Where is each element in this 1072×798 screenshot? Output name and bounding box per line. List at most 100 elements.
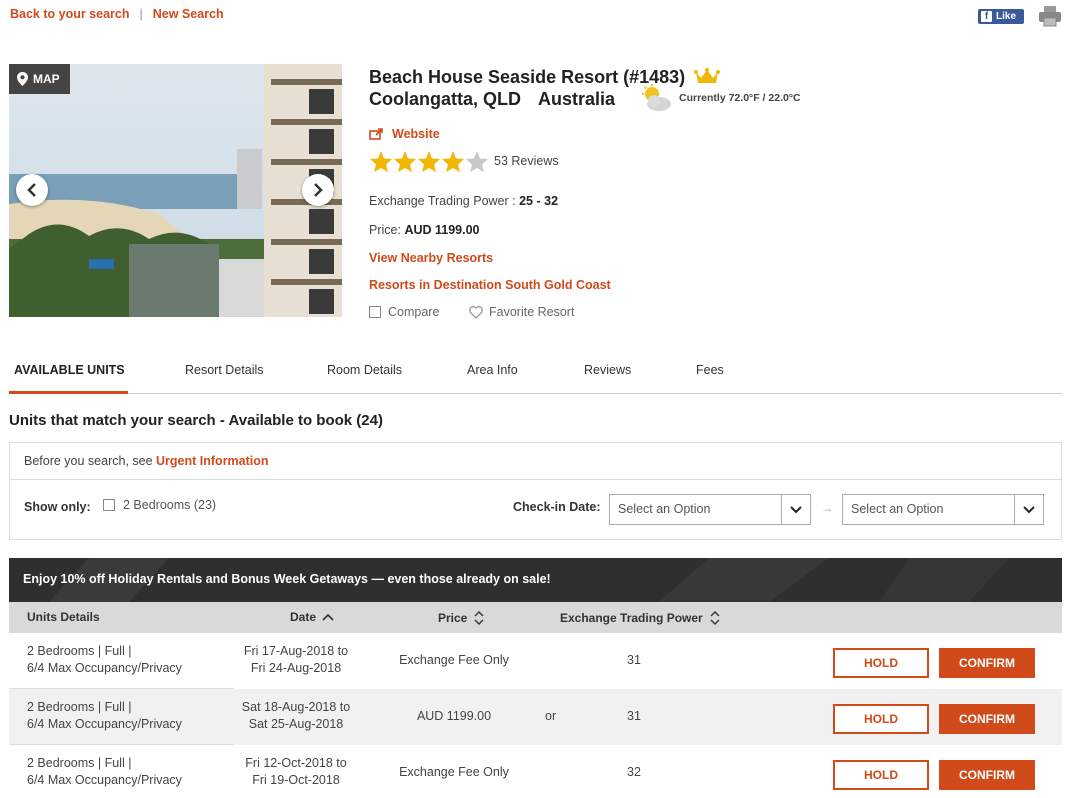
show-only-label: Show only: <box>24 500 91 514</box>
sort-up-icon <box>322 613 334 621</box>
table-row: 2 Bedrooms | Full | 6/4 Max Occupancy/Pri… <box>9 689 1062 745</box>
etp-value: 25 - 32 <box>519 194 559 208</box>
table-row: 2 Bedrooms | Full | 6/4 Max Occupancy/Pri… <box>9 745 1062 798</box>
tab-resort-details[interactable]: Resort Details <box>185 363 264 377</box>
bedrooms-filter[interactable]: 2 Bedrooms (23) <box>103 498 216 512</box>
date-line-1: Sat 18-Aug-2018 to <box>241 700 351 714</box>
favorite-resort-toggle[interactable]: Favorite Resort <box>469 305 574 319</box>
photo-next-button[interactable] <box>302 174 334 206</box>
unit-details: 2 Bedrooms | Full | 6/4 Max Occupancy/Pri… <box>27 699 182 733</box>
compare-label: Compare <box>388 305 440 319</box>
nav-separator: | <box>139 7 143 21</box>
col-units-details: Units Details <box>27 610 100 624</box>
resort-name: Beach House Seaside Resort (#1483) <box>369 67 686 87</box>
sort-both-icon <box>474 611 484 625</box>
date-line-2: Fri 24-Aug-2018 <box>250 661 342 675</box>
confirm-button[interactable]: CONFIRM <box>939 648 1035 678</box>
tab-room-details[interactable]: Room Details <box>327 363 402 377</box>
checkin-start-select[interactable]: Select an Option <box>609 494 811 525</box>
resort-country: Australia <box>538 89 616 109</box>
table-row: 2 Bedrooms | Full | 6/4 Max Occupancy/Pri… <box>9 633 1062 689</box>
hold-button[interactable]: HOLD <box>833 704 929 734</box>
units-table-header: Units Details Date Price Exchange Tradin… <box>9 602 1062 633</box>
like-label: Like <box>996 11 1017 22</box>
unit-line-1: 2 Bedrooms | Full | <box>27 700 132 714</box>
star-empty-icon <box>466 151 488 172</box>
star-filled-icon <box>442 151 464 172</box>
hold-button[interactable]: HOLD <box>833 760 929 790</box>
tab-available-units[interactable]: AVAILABLE UNITS <box>14 363 125 377</box>
date-line-2: Sat 25-Aug-2018 <box>248 717 344 731</box>
unit-price: Exchange Fee Only <box>399 653 509 667</box>
facebook-like-button[interactable]: f Like <box>978 9 1024 24</box>
tab-fees[interactable]: Fees <box>696 363 724 377</box>
reviews-count[interactable]: 53 Reviews <box>494 154 559 168</box>
etp-label: Exchange Trading Power : <box>369 194 516 208</box>
col-etp-label: Exchange Trading Power <box>560 611 703 625</box>
col-date-label: Date <box>290 610 317 624</box>
print-icon[interactable] <box>1038 5 1062 32</box>
price-label: Price: <box>369 223 401 237</box>
tab-reviews[interactable]: Reviews <box>584 363 631 377</box>
col-units-label: Units Details <box>27 610 100 624</box>
col-price[interactable]: Price <box>438 610 485 626</box>
external-link-icon <box>369 128 383 140</box>
star-rating <box>369 150 489 173</box>
confirm-button[interactable]: CONFIRM <box>939 704 1035 734</box>
chevron-right-icon <box>314 183 323 197</box>
unit-etp: 31 <box>627 709 641 723</box>
map-label: MAP <box>33 72 60 86</box>
map-button[interactable]: MAP <box>9 64 70 94</box>
price-or: or <box>545 709 557 723</box>
destination-resorts-link[interactable]: Resorts in Destination South Gold Coast <box>369 278 611 292</box>
confirm-button[interactable]: CONFIRM <box>939 760 1035 790</box>
facebook-icon: f <box>981 11 992 22</box>
unit-etp: 32 <box>627 765 641 779</box>
compare-checkbox[interactable] <box>369 306 381 318</box>
website-link[interactable]: Website <box>369 127 440 141</box>
chevron-left-icon <box>27 183 36 197</box>
checkin-date-label: Check-in Date: <box>513 500 601 514</box>
chevron-down-icon <box>781 495 810 524</box>
urgent-info-row: Before you search, see Urgent Informatio… <box>10 443 1061 480</box>
view-nearby-resorts-link[interactable]: View Nearby Resorts <box>369 251 493 265</box>
unit-line-2: 6/4 Max Occupancy/Privacy <box>27 717 182 731</box>
new-search-link[interactable]: New Search <box>153 7 224 21</box>
partly-cloudy-icon <box>642 84 671 111</box>
back-to-search-link[interactable]: Back to your search <box>10 7 130 21</box>
active-tab-indicator <box>9 391 128 394</box>
unit-etp: 31 <box>627 653 641 667</box>
unit-date: Fri 12-Oct-2018 to Fri 19-Oct-2018 <box>241 755 351 789</box>
arrow-right-icon: → <box>821 501 833 515</box>
resort-photo <box>9 64 342 317</box>
unit-price: AUD 1199.00 <box>416 709 492 723</box>
compare-toggle[interactable]: Compare <box>369 305 439 319</box>
unit-details: 2 Bedrooms | Full | 6/4 Max Occupancy/Pri… <box>27 755 182 789</box>
sort-both-icon <box>710 611 720 625</box>
col-etp[interactable]: Exchange Trading Power <box>560 610 721 626</box>
unit-date: Fri 17-Aug-2018 to Fri 24-Aug-2018 <box>241 643 351 677</box>
star-filled-icon <box>394 151 416 172</box>
hold-button[interactable]: HOLD <box>833 648 929 678</box>
price-value: AUD 1199.00 <box>404 223 480 237</box>
col-price-label: Price <box>438 611 468 625</box>
checkin-end-value: Select an Option <box>851 502 944 516</box>
resort-location: Coolangatta, QLD Australia <box>369 89 615 110</box>
unit-line-1: 2 Bedrooms | Full | <box>27 756 132 770</box>
crown-icon <box>694 68 721 83</box>
unit-line-2: 6/4 Max Occupancy/Privacy <box>27 661 182 675</box>
star-filled-icon <box>418 151 440 172</box>
checkin-end-select[interactable]: Select an Option <box>842 494 1044 525</box>
resort-city: Coolangatta, QLD <box>369 89 521 109</box>
unit-date: Sat 18-Aug-2018 to Sat 25-Aug-2018 <box>241 699 351 733</box>
unit-line-2: 6/4 Max Occupancy/Privacy <box>27 773 182 787</box>
photo-prev-button[interactable] <box>16 174 48 206</box>
bedrooms-checkbox[interactable] <box>103 499 115 511</box>
urgent-information-link[interactable]: Urgent Information <box>156 454 269 468</box>
tab-bar: AVAILABLE UNITS Resort Details Room Deta… <box>9 352 1062 394</box>
unit-line-1: 2 Bedrooms | Full | <box>27 644 132 658</box>
tab-area-info[interactable]: Area Info <box>467 363 518 377</box>
checkin-start-value: Select an Option <box>618 502 711 516</box>
unit-details: 2 Bedrooms | Full | 6/4 Max Occupancy/Pri… <box>27 643 182 677</box>
col-date[interactable]: Date <box>290 610 334 624</box>
